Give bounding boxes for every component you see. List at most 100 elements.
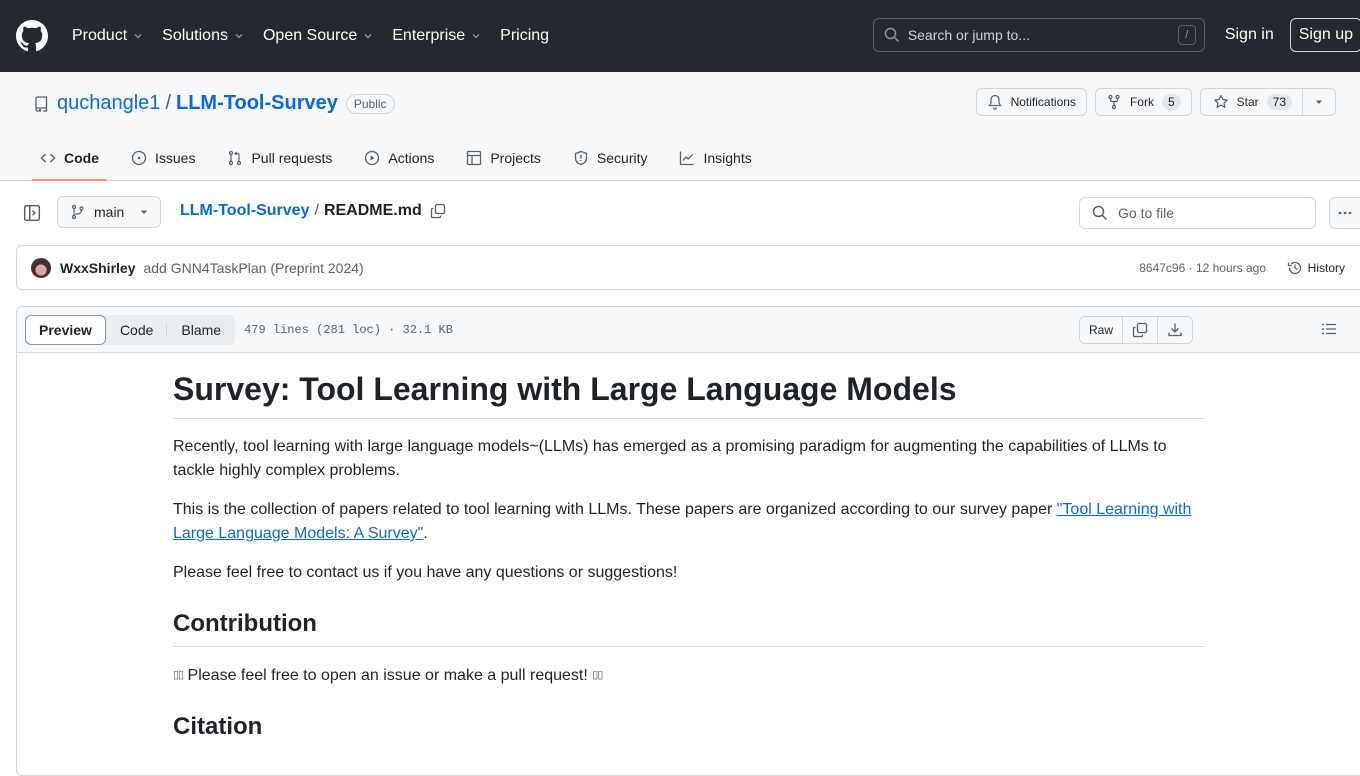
global-search-input[interactable]: Search or jump to... / bbox=[872, 18, 1205, 52]
notifications-label: Notifications bbox=[1010, 95, 1076, 109]
tab-label: Actions bbox=[388, 150, 435, 166]
nav-label: Open Source bbox=[262, 27, 358, 44]
commit-author[interactable]: WxxShirley bbox=[60, 260, 135, 276]
tab-label: Security bbox=[596, 150, 648, 166]
nav-label: Enterprise bbox=[392, 27, 466, 44]
download-icon bbox=[1168, 323, 1182, 337]
star-dropdown-button[interactable] bbox=[1303, 88, 1336, 116]
breadcrumb-file-name: README.md bbox=[323, 202, 422, 219]
contribution-text: ▯▯ Please feel free to open an issue or … bbox=[173, 663, 1205, 688]
tab-label: Issues bbox=[155, 150, 196, 166]
branch-name: main bbox=[94, 204, 125, 220]
repo-header: quchangle1 / LLM-Tool-Survey Public Noti… bbox=[0, 72, 1360, 181]
readme-contact: Please feel free to contact us if you ha… bbox=[173, 564, 678, 581]
branch-selector[interactable]: main bbox=[57, 196, 161, 228]
readme-content: Survey: Tool Learning with Large Languag… bbox=[173, 369, 1205, 765]
repo-title: quchangle1 / LLM-Tool-Survey Public bbox=[33, 92, 395, 115]
nav-label: Solutions bbox=[162, 27, 228, 44]
emoji-glyph-icon: ▯▯ bbox=[173, 669, 184, 681]
preview-tab[interactable]: Preview bbox=[25, 314, 106, 345]
more-options-button[interactable] bbox=[1329, 197, 1360, 229]
citation-heading: Citation bbox=[173, 713, 263, 740]
file-actions: Raw bbox=[1078, 316, 1193, 344]
pull-request-icon bbox=[229, 150, 242, 166]
notifications-button[interactable]: Notifications bbox=[975, 88, 1087, 116]
search-icon bbox=[884, 27, 899, 43]
nav-solutions[interactable]: Solutions bbox=[162, 27, 245, 45]
nav-label: Product bbox=[72, 27, 128, 44]
copy-raw-button[interactable] bbox=[1123, 317, 1158, 343]
contribution-body: Please feel free to open an issue or mak… bbox=[183, 667, 593, 684]
git-branch-icon bbox=[71, 204, 84, 220]
sidebar-expand-icon[interactable] bbox=[23, 204, 41, 222]
sign-up-button[interactable]: Sign up bbox=[1289, 18, 1360, 52]
nav-open-source[interactable]: Open Source bbox=[263, 27, 374, 45]
tab-issues[interactable]: Issues bbox=[123, 136, 203, 180]
download-button[interactable] bbox=[1158, 317, 1192, 343]
bell-icon bbox=[988, 94, 1002, 110]
collection-text: This is the collection of papers related… bbox=[173, 501, 1057, 518]
tab-label: Projects bbox=[490, 150, 541, 166]
tab-label: Pull requests bbox=[251, 150, 333, 166]
nav-product[interactable]: Product bbox=[72, 27, 144, 45]
latest-commit-bar: WxxShirley add GNN4TaskPlan (Preprint 20… bbox=[16, 245, 1360, 290]
header-right: Search or jump to... / Sign in Sign up bbox=[872, 18, 1360, 52]
fork-button[interactable]: Fork 5 bbox=[1094, 88, 1192, 116]
copy-path-icon[interactable] bbox=[430, 203, 446, 219]
history-icon bbox=[1287, 261, 1301, 274]
tab-security[interactable]: Security bbox=[565, 136, 656, 180]
commit-meta[interactable]: 8647c96 · 12 hours ago bbox=[1139, 261, 1266, 275]
search-placeholder: Search or jump to... bbox=[907, 27, 1030, 43]
tab-label: Insights bbox=[703, 150, 752, 166]
github-logo-icon[interactable] bbox=[16, 20, 48, 52]
fork-label: Fork bbox=[1129, 95, 1154, 109]
go-to-file-input[interactable]: Go to file bbox=[1079, 197, 1316, 229]
nav-enterprise[interactable]: Enterprise bbox=[392, 27, 482, 45]
tab-code[interactable]: Code bbox=[32, 136, 107, 181]
repo-owner-link[interactable]: quchangle1 bbox=[57, 92, 160, 115]
nav-label: Pricing bbox=[500, 27, 550, 44]
history-button[interactable]: History bbox=[1287, 260, 1345, 276]
breadcrumb: LLM-Tool-Survey / README.md bbox=[180, 202, 446, 220]
fork-icon bbox=[1108, 94, 1120, 110]
outline-list-icon[interactable] bbox=[1321, 321, 1337, 337]
global-header: Product Solutions Open Source Enterprise… bbox=[0, 0, 1360, 72]
file-info: 479 lines (281 loc) · 32.1 KB bbox=[244, 322, 453, 337]
readme-title: Survey: Tool Learning with Large Languag… bbox=[173, 369, 1205, 419]
tab-projects[interactable]: Projects bbox=[458, 136, 549, 180]
tab-pull-requests[interactable]: Pull requests bbox=[219, 136, 340, 180]
triangle-down-icon bbox=[1316, 100, 1322, 104]
graph-icon bbox=[680, 151, 694, 166]
tab-insights[interactable]: Insights bbox=[671, 136, 759, 180]
view-mode-toggle: Preview Code Blame bbox=[25, 314, 236, 345]
table-icon bbox=[467, 150, 482, 166]
tab-actions[interactable]: Actions bbox=[356, 136, 442, 180]
chevron-down-icon bbox=[235, 34, 243, 39]
issue-icon bbox=[131, 150, 147, 166]
kebab-horizontal-icon bbox=[1338, 211, 1352, 215]
copy-icon bbox=[1132, 322, 1148, 338]
nav-pricing[interactable]: Pricing bbox=[500, 27, 549, 45]
contribution-heading: Contribution bbox=[173, 609, 1205, 647]
collection-end: . bbox=[423, 525, 428, 542]
raw-button[interactable]: Raw bbox=[1080, 317, 1123, 343]
star-button-group: Star 73 bbox=[1199, 88, 1336, 116]
sign-in-link[interactable]: Sign in bbox=[1225, 26, 1274, 44]
readme-collection: This is the collection of papers related… bbox=[173, 498, 1205, 546]
chevron-down-icon bbox=[134, 34, 142, 39]
avatar[interactable] bbox=[31, 257, 51, 278]
breadcrumb-repo-link[interactable]: LLM-Tool-Survey bbox=[180, 202, 309, 220]
code-view-tab[interactable]: Code bbox=[106, 315, 168, 345]
play-icon bbox=[365, 150, 380, 166]
star-button[interactable]: Star 73 bbox=[1199, 88, 1303, 116]
file-viewer: Preview Code Blame 479 lines (281 loc) ·… bbox=[16, 306, 1360, 776]
repo-name-link[interactable]: LLM-Tool-Survey bbox=[176, 92, 338, 115]
repo-actions: Notifications Fork 5 Star 73 bbox=[968, 88, 1336, 116]
file-navigation: main LLM-Tool-Survey / README.md Go to f… bbox=[0, 196, 1360, 230]
shield-icon bbox=[574, 150, 588, 166]
commit-message[interactable]: add GNN4TaskPlan (Preprint 2024) bbox=[143, 260, 363, 276]
code-icon bbox=[40, 153, 56, 163]
blame-tab[interactable]: Blame bbox=[167, 315, 235, 345]
go-to-file-placeholder: Go to file bbox=[1118, 205, 1175, 221]
star-label: Star bbox=[1236, 95, 1259, 109]
